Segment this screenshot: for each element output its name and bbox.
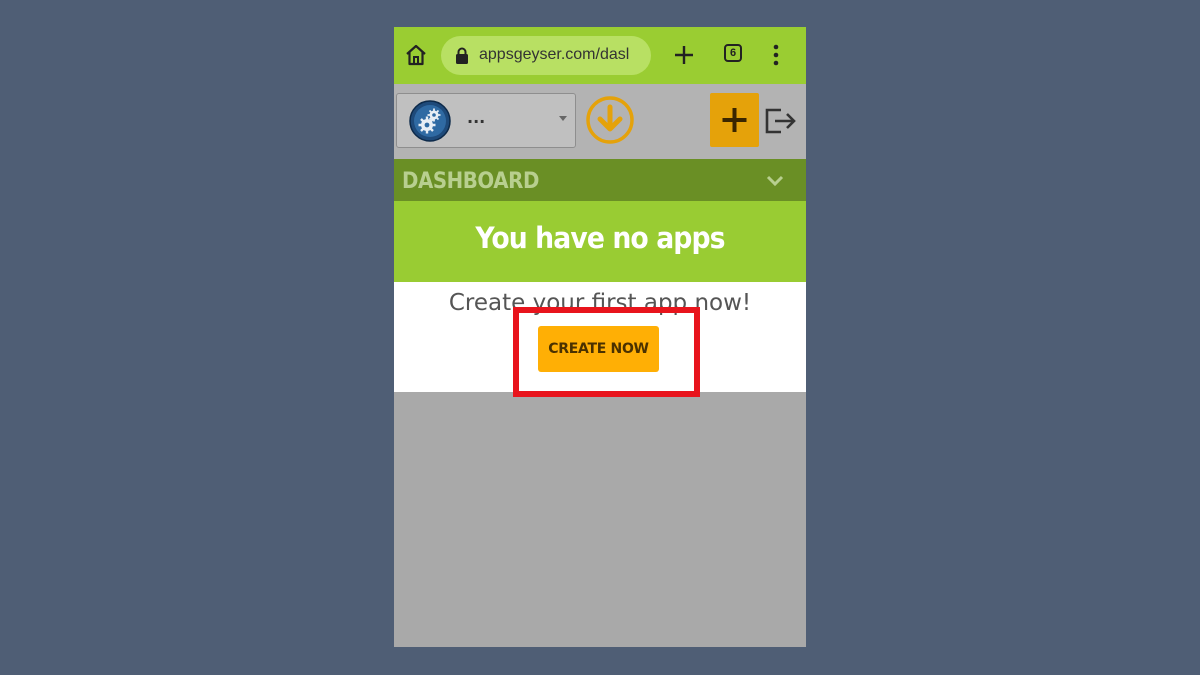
dashboard-header[interactable]: DASHBOARD	[394, 159, 806, 201]
empty-state-header: You have no apps	[394, 201, 806, 282]
dashboard-title: DASHBOARD	[402, 169, 539, 194]
new-tab-icon[interactable]	[672, 43, 696, 67]
download-icon[interactable]	[585, 95, 635, 145]
url-text: appsgeyser.com/dasl	[479, 46, 630, 63]
app-select-dropdown[interactable]: ...	[396, 93, 576, 148]
lock-icon	[456, 47, 468, 64]
highlight-annotation-box	[513, 307, 700, 397]
more-menu-icon[interactable]	[770, 43, 782, 67]
browser-address-bar: appsgeyser.com/dasl 6	[394, 27, 806, 84]
home-icon[interactable]	[404, 43, 428, 67]
url-field[interactable]: appsgeyser.com/dasl	[441, 36, 651, 75]
plus-icon	[722, 108, 747, 132]
caret-down-icon	[559, 116, 567, 121]
logout-icon[interactable]	[763, 104, 797, 138]
app-select-value: ...	[467, 108, 486, 127]
add-app-button[interactable]	[710, 93, 759, 147]
gear-icon	[409, 100, 451, 142]
chevron-down-icon[interactable]	[766, 175, 784, 187]
empty-state-title: You have no apps	[475, 221, 725, 255]
tabs-count-button[interactable]: 6	[724, 44, 742, 62]
app-toolbar: ...	[394, 84, 806, 159]
